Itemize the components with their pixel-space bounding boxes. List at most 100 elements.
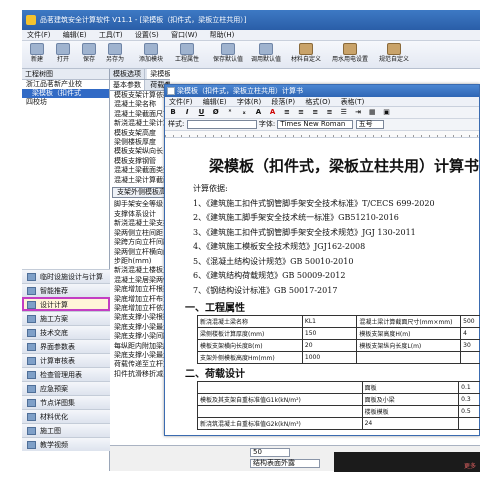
format-toolbar: B I U Ø ˣ ₓ A A ≡ ≡ ≡ ≡ ☰ ⇥ ▦ ▣ bbox=[165, 107, 479, 119]
app-title-bar: 品茗建筑安全计算软件 V11.1 - [梁模板（扣件式，梁板立柱共用）] bbox=[22, 10, 480, 30]
open-folder-icon bbox=[56, 43, 70, 55]
basis-item: 3、《建筑施工扣件式钢管脚手架安全技术规范》JGJ 130-2011 bbox=[193, 227, 416, 237]
param-label: 脚手架安全等级 bbox=[114, 200, 163, 209]
table-cell: 新浇筑混凝土自重标准值G2k(kN/m³) bbox=[197, 417, 363, 430]
menu-window[interactable]: 窗口(W) bbox=[166, 30, 202, 41]
drawing-icon bbox=[27, 427, 36, 435]
bold-icon[interactable]: B bbox=[168, 108, 178, 117]
add-module-icon bbox=[144, 43, 158, 55]
nav-design-calc[interactable]: 设计计算 bbox=[22, 297, 110, 311]
nav-smart-recommend[interactable]: 智能推荐 bbox=[22, 283, 110, 297]
report-menu-paragraph[interactable]: 段落(P) bbox=[267, 97, 299, 106]
menu-help[interactable]: 帮助(H) bbox=[205, 30, 240, 41]
table-cell: 面板 bbox=[361, 381, 460, 394]
menu-tools[interactable]: 工具(T) bbox=[94, 30, 128, 41]
table-row: 模板支架横向长度B(m) 20 模板支架纵向长度L(m) 30 bbox=[197, 339, 480, 352]
tree-node-school[interactable]: 四校坊 bbox=[22, 98, 109, 107]
tab-basic-params[interactable]: 基本参数 bbox=[110, 80, 145, 90]
nav-node-details[interactable]: 节点详图集 bbox=[22, 395, 110, 409]
param-label: 梁底支撑小梁最大 bbox=[114, 322, 170, 331]
menu-settings[interactable]: 设置(S) bbox=[130, 30, 164, 41]
italic-icon[interactable]: I bbox=[182, 108, 192, 117]
nav-drawing[interactable]: 施工图 bbox=[22, 423, 110, 437]
param-label: 梁底支撑小梁根数 bbox=[114, 313, 170, 322]
project-tree-panel: 工程树图 浙江品茗新产业校 梁模板（扣件式 四校坊 临时设施设计与计算 智能推荐… bbox=[22, 69, 110, 471]
table-row: 模板及其支架自重标准值G1k(kN/m²) 面板及小梁 0.3 bbox=[197, 393, 480, 406]
superscript-icon[interactable]: ˣ bbox=[225, 108, 235, 117]
new-button[interactable]: 新建 bbox=[26, 43, 48, 64]
font-toolbar: 样式: 字体: Times New Roman 五号 bbox=[165, 119, 479, 131]
nav-calc-review[interactable]: 计算审核表 bbox=[22, 353, 110, 367]
nav-construction-plan[interactable]: 施工方案 bbox=[22, 311, 110, 325]
nav-emergency-plan[interactable]: 应急预案 bbox=[22, 381, 110, 395]
nav-material-opt[interactable]: 材料优化 bbox=[22, 409, 110, 423]
font-color-icon[interactable]: A bbox=[268, 108, 278, 117]
tab-beam-formwork[interactable]: 梁模板（扣件式，梁板立柱共用） bbox=[147, 69, 170, 79]
menu-edit[interactable]: 编辑(E) bbox=[58, 30, 92, 41]
load-default-button[interactable]: 调用默认值 bbox=[248, 43, 284, 64]
align-left-icon[interactable]: ≡ bbox=[282, 108, 292, 117]
table-row: 新浇筑混凝土自重标准值G2k(kN/m³) 24 bbox=[197, 417, 480, 430]
save-button[interactable]: 保存 bbox=[78, 43, 100, 64]
param-label: 梁两侧立柱间距 bbox=[114, 228, 163, 237]
list-icon[interactable]: ☰ bbox=[339, 108, 349, 117]
exposure-select[interactable]: 结构表面外露 bbox=[250, 459, 320, 468]
parameter-panel: 模板选项 梁模板（扣件式，梁板立柱共用） 基本参数 荷载参数 模板支架计算依据 … bbox=[110, 69, 170, 471]
style-select[interactable] bbox=[186, 120, 257, 129]
table-cell: 500 bbox=[460, 315, 480, 328]
save-as-button[interactable]: 另存为 bbox=[104, 43, 126, 64]
table-cell bbox=[197, 381, 363, 394]
project-props-button[interactable]: 工程属性 bbox=[172, 43, 202, 64]
report-menu-edit[interactable]: 编辑(E) bbox=[199, 97, 231, 106]
value-input[interactable]: 50 bbox=[250, 448, 290, 457]
font-grow-icon[interactable]: A bbox=[253, 108, 263, 117]
nav-temp-facility[interactable]: 临时设施设计与计算 bbox=[22, 269, 110, 283]
param-label: 新浇混凝土梁支撑 bbox=[114, 219, 170, 228]
indent-icon[interactable]: ⇥ bbox=[353, 108, 363, 117]
menu-file[interactable]: 文件(F) bbox=[22, 30, 56, 41]
add-module-button[interactable]: 添加模块 bbox=[136, 43, 166, 64]
strike-icon[interactable]: Ø bbox=[211, 108, 221, 117]
underline-icon[interactable]: U bbox=[196, 108, 206, 117]
material-custom-button[interactable]: 材料自定义 bbox=[286, 43, 326, 64]
video-icon bbox=[27, 441, 36, 449]
nav-interface-params[interactable]: 界面参数表 bbox=[22, 339, 110, 353]
justify-icon[interactable]: ≡ bbox=[325, 108, 335, 117]
font-size-select[interactable]: 五号 bbox=[355, 120, 384, 129]
subscript-icon[interactable]: ₓ bbox=[239, 108, 249, 117]
table-icon[interactable]: ▦ bbox=[367, 108, 377, 117]
param-label: 模板支撑钢管 bbox=[114, 156, 156, 165]
report-menu-table[interactable]: 表格(T) bbox=[337, 97, 369, 106]
font-select[interactable]: Times New Roman bbox=[277, 120, 354, 129]
table-cell: 0.5 bbox=[458, 405, 480, 418]
basis-item: 1、《建筑施工扣件式钢管脚手架安全技术标准》T/CECS 699-2020 bbox=[193, 198, 435, 208]
align-right-icon[interactable]: ≡ bbox=[310, 108, 320, 117]
basis-item: 6、《建筑结构荷载规范》GB 50009-2012 bbox=[193, 271, 346, 280]
report-menu-file[interactable]: 文件(F) bbox=[165, 97, 197, 106]
calc-report-window: 梁模板（扣件式，梁板立柱共用）计算书 文件(F) 编辑(E) 字体(R) 段落(… bbox=[164, 84, 480, 436]
basis-item: 4、《建筑施工模板安全技术规范》JGJ162-2008 bbox=[193, 242, 366, 251]
more-link[interactable]: 更多 bbox=[464, 461, 476, 470]
tree-node-beam-formwork[interactable]: 梁模板（扣件式 bbox=[22, 89, 109, 98]
report-menu-font[interactable]: 字体(R) bbox=[233, 97, 265, 106]
water-power-button[interactable]: 用水用电设置 bbox=[328, 43, 372, 64]
nav-tech-briefing[interactable]: 技术交底 bbox=[22, 325, 110, 339]
save-as-icon bbox=[108, 43, 122, 55]
spec-custom-button[interactable]: 规范自定义 bbox=[374, 43, 414, 64]
nav-tutorial-video[interactable]: 教学视频 bbox=[22, 437, 110, 451]
report-menu-format[interactable]: 格式(O) bbox=[301, 97, 334, 106]
material-icon bbox=[299, 43, 313, 55]
param-label: 梁两侧立杆横向间距 bbox=[114, 247, 170, 256]
outer-formwork-height-button[interactable]: 支架外侧模板高度 bbox=[112, 187, 168, 199]
tab-module-options[interactable]: 模板选项 bbox=[110, 69, 145, 79]
open-button[interactable]: 打开 bbox=[52, 43, 74, 64]
save-default-button[interactable]: 保存默认值 bbox=[210, 43, 246, 64]
param-label: 步距h(mm) bbox=[114, 256, 152, 265]
calc-review-icon bbox=[27, 357, 36, 365]
tree-node-project[interactable]: 浙江品茗新产业校 bbox=[22, 80, 109, 89]
image-icon[interactable]: ▣ bbox=[382, 108, 392, 117]
nav-inspection-forms[interactable]: 检查管理用表 bbox=[22, 367, 110, 381]
section-engineering-props: 一、工程属性 bbox=[185, 303, 245, 314]
inspection-forms-icon bbox=[27, 371, 36, 379]
align-center-icon[interactable]: ≡ bbox=[296, 108, 306, 117]
